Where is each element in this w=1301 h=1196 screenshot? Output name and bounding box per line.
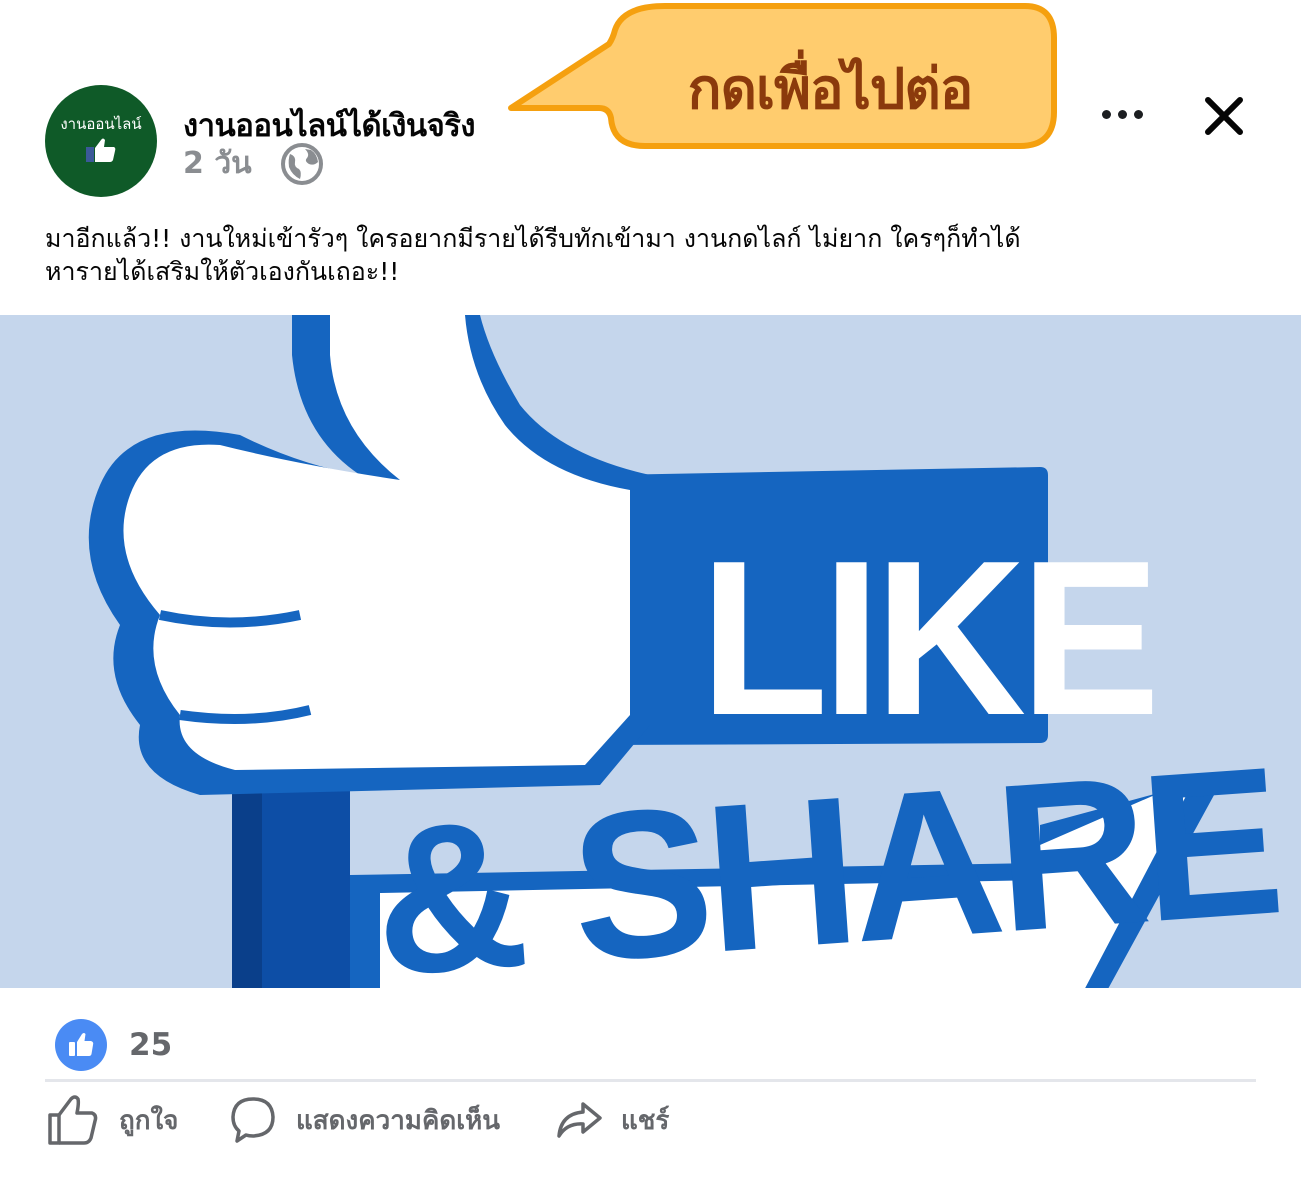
- avatar-label: งานออนไลน์: [60, 115, 142, 133]
- comment-label: แสดงความคิดเห็น: [296, 1105, 501, 1136]
- thumbs-up-icon: [86, 138, 116, 162]
- share-button[interactable]: แชร์: [555, 1090, 669, 1150]
- post-time[interactable]: 2 วัน: [183, 140, 252, 187]
- post-header: งานออนไลน์ งานออนไลน์ได้เงินจริง 2 วัน ก…: [0, 0, 1301, 210]
- post-image[interactable]: LIKE & SHARE: [0, 315, 1301, 988]
- like-icon: [55, 1019, 107, 1071]
- comment-button[interactable]: แสดงความคิดเห็น: [230, 1090, 500, 1150]
- more-dot-icon: [1133, 109, 1143, 119]
- like-button[interactable]: ถูกใจ: [45, 1090, 178, 1150]
- more-dot-icon: [1117, 109, 1127, 119]
- share-label: แชร์: [621, 1105, 670, 1136]
- page-avatar[interactable]: งานออนไลน์: [45, 85, 157, 197]
- post-meta: 2 วัน: [183, 140, 324, 187]
- continue-callout[interactable]: กดเพื่อไปต่อ: [610, 44, 1050, 133]
- globe-icon: [280, 142, 323, 185]
- like-word: LIKE: [700, 514, 1154, 761]
- thumbs-up-icon: [48, 1095, 98, 1145]
- more-options-button[interactable]: [1094, 92, 1150, 136]
- post-caption: มาอีกแล้ว!! งานใหม่เข้ารัวๆ ใครอยากมีราย…: [45, 222, 1265, 288]
- share-icon: [557, 1102, 602, 1138]
- caption-line: มาอีกแล้ว!! งานใหม่เข้ารัวๆ ใครอยากมีราย…: [45, 224, 1021, 253]
- reaction-summary[interactable]: 25: [55, 1019, 172, 1071]
- caption-line: หารายได้เสริมให้ตัวเองกันเถอะ!!: [45, 257, 400, 286]
- reaction-count: 25: [129, 1027, 173, 1063]
- divider: [45, 1079, 1256, 1082]
- close-icon[interactable]: [1200, 92, 1248, 140]
- comment-icon: [231, 1097, 275, 1143]
- like-label: ถูกใจ: [119, 1105, 179, 1136]
- more-dot-icon: [1101, 109, 1111, 119]
- action-bar: ถูกใจ แสดงความคิดเห็น แชร์: [45, 1090, 1256, 1150]
- like-share-illustration: LIKE & SHARE: [88, 315, 1284, 988]
